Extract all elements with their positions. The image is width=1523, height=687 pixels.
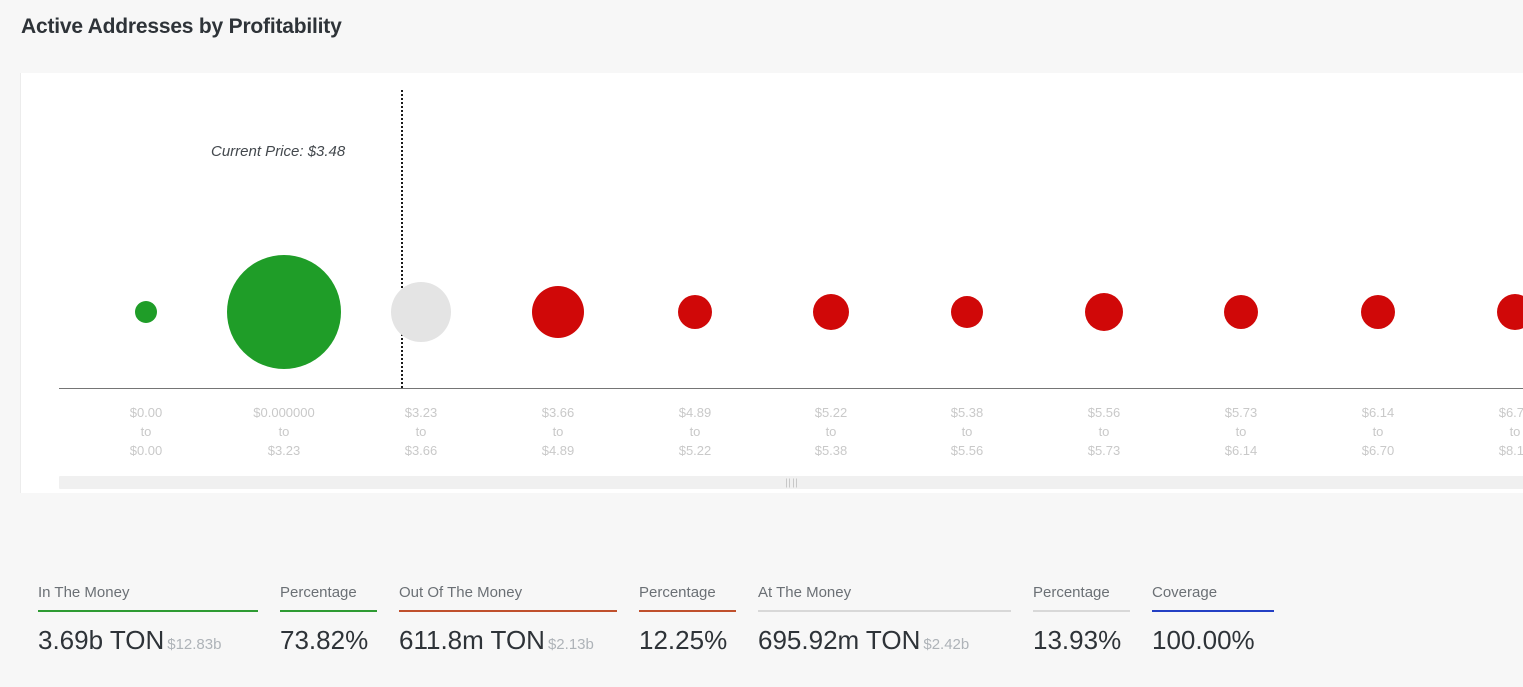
- page-title: Active Addresses by Profitability: [21, 15, 342, 38]
- x-axis-tick-label: $4.89 to $5.22: [678, 405, 712, 458]
- stat-value-usd: $2.13b: [547, 636, 594, 653]
- stat-label: Out Of The Money: [399, 584, 523, 601]
- x-axis-tick-label: $5.38 to $5.56: [950, 405, 984, 458]
- stat-label: Percentage: [280, 584, 357, 601]
- x-axis-tick-label: $6.70to$8.18: [1498, 405, 1523, 458]
- stat-value: 3.69b TON $12.83b: [38, 625, 222, 655]
- stat-value: 12.25%: [639, 625, 728, 655]
- stat-in-the-money-percentage: Percentage 73.82%: [280, 583, 377, 655]
- bubble-in-the-money[interactable]: [135, 301, 157, 323]
- bubble-out-of-the-money[interactable]: [1085, 293, 1123, 331]
- stat-value-usd: $2.42b: [923, 636, 970, 653]
- bubble-out-of-the-money[interactable]: [532, 286, 584, 338]
- x-axis-tick-label: $3.66 to $4.89: [541, 405, 575, 458]
- stat-underline: [399, 610, 617, 612]
- bubble-plot-area: $0.00 to $0.00 $0.000000 to $3.23 $3.23 to $3.66…: [21, 73, 1523, 493]
- stat-value: 73.82%: [280, 625, 369, 655]
- x-axis-line: [59, 388, 1523, 389]
- x-axis-tick-label: $5.22 to $5.38: [814, 405, 848, 458]
- stat-value: 611.8m TON $2.13b: [399, 625, 594, 655]
- stat-in-the-money: In The Money 3.69b TON $12.83b: [38, 583, 258, 660]
- x-axis-tick-label: $5.73 to $6.14: [1224, 405, 1258, 458]
- x-axis-tick-label: $6.14 to $6.70: [1361, 405, 1395, 458]
- stat-value: 695.92m TON $2.42b: [758, 625, 970, 655]
- stat-value: 100.00%: [1152, 625, 1255, 655]
- bubble-out-of-the-money[interactable]: [678, 295, 712, 329]
- bubble-at-the-money[interactable]: [391, 282, 451, 342]
- chart-panel: Current Price: $3.48 $0.00 to $0.00 $0.0000…: [20, 73, 1523, 493]
- stat-label: Percentage: [1033, 584, 1110, 601]
- stat-underline: [38, 610, 258, 612]
- stat-value-usd: $12.83b: [167, 636, 222, 653]
- stat-underline: [1033, 610, 1130, 612]
- stat-at-the-money: At The Money 695.92m TON $2.42b: [758, 583, 1011, 660]
- bubble-in-the-money[interactable]: [227, 255, 341, 369]
- stat-label: At The Money: [758, 584, 852, 601]
- stat-underline: [1152, 610, 1274, 612]
- x-axis-tick-label: $0.000000 to $3.23: [253, 405, 315, 458]
- stat-label: Percentage: [639, 584, 716, 601]
- bubble-out-of-the-money[interactable]: [1497, 294, 1523, 330]
- stat-underline: [758, 610, 1011, 612]
- stat-out-of-the-money-percentage: Percentage 12.25%: [639, 583, 736, 655]
- bubble-out-of-the-money[interactable]: [1224, 295, 1258, 329]
- bubble-out-of-the-money[interactable]: [951, 296, 983, 328]
- stat-at-the-money-percentage: Percentage 13.93%: [1033, 583, 1130, 655]
- stat-out-of-the-money: Out Of The Money 611.8m TON $2.13b: [399, 583, 617, 660]
- horizontal-scroll-grip[interactable]: [785, 478, 798, 487]
- chart-header: Active Addresses by Profitability: [0, 0, 1523, 73]
- bubble-out-of-the-money[interactable]: [813, 294, 849, 330]
- stat-label: In The Money: [38, 584, 130, 601]
- x-axis-tick-label: $5.56 to $5.73: [1087, 405, 1121, 458]
- x-axis-tick-label: $3.23 to $3.66: [404, 405, 438, 458]
- stat-label: Coverage: [1152, 584, 1218, 601]
- x-axis-tick-label: $0.00 to $0.00: [129, 405, 163, 458]
- stat-coverage: Coverage 100.00%: [1152, 583, 1274, 655]
- bubble-out-of-the-money[interactable]: [1361, 295, 1395, 329]
- stat-underline: [280, 610, 377, 612]
- stat-value: 13.93%: [1033, 625, 1122, 655]
- stat-underline: [639, 610, 736, 612]
- chart-horizontal-scrollbar[interactable]: [59, 476, 1523, 489]
- summary-stats-row: In The Money 3.69b TON $12.83b Percentage 73…: [38, 583, 1498, 673]
